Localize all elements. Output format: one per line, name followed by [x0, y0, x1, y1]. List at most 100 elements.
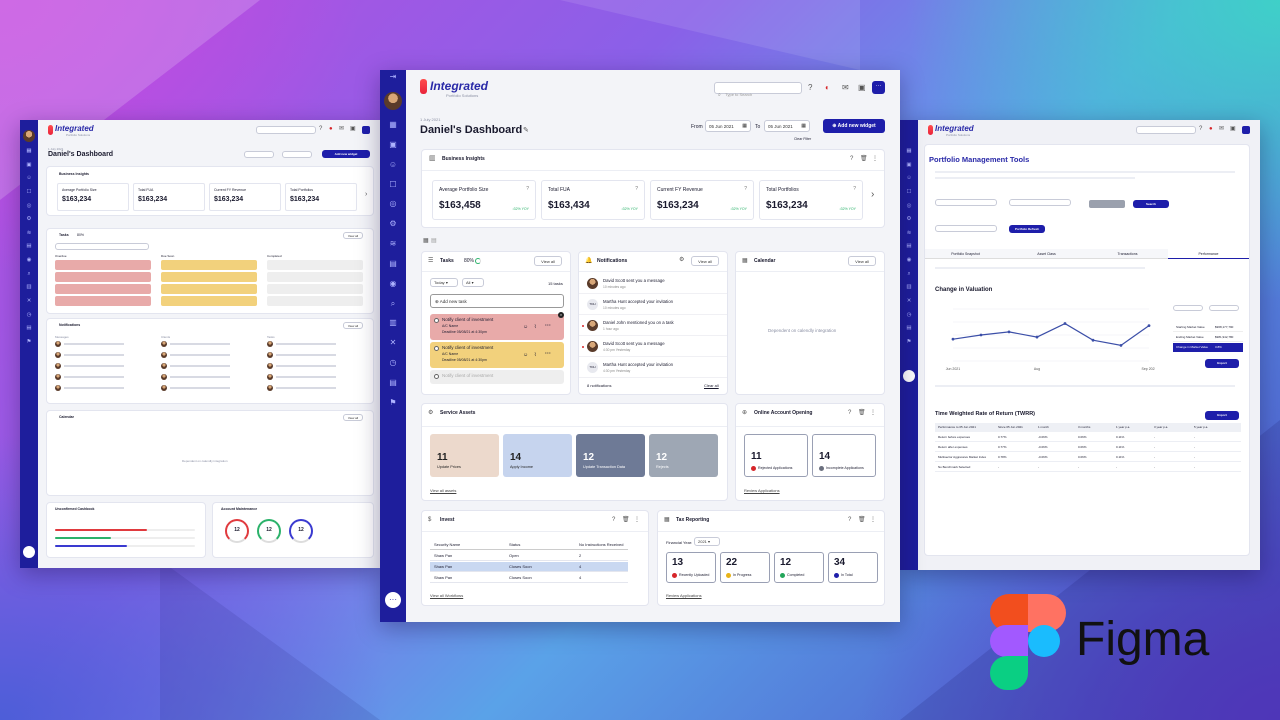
table-row[interactable]: Shaw Pan Closes Soon 4 — [430, 573, 628, 583]
nav-icon[interactable]: ◷ — [380, 358, 406, 367]
view-all-assets-link[interactable]: View all assets — [430, 488, 456, 493]
view-all-button[interactable]: View all — [848, 256, 876, 266]
nav-icon[interactable]: ◉ — [20, 257, 38, 263]
status-tile[interactable]: 14 Incomplete Applications — [812, 434, 876, 477]
info-icon[interactable]: ? — [635, 186, 638, 192]
trash-icon[interactable]: 🗑 — [858, 410, 866, 416]
nav-icon[interactable]: ☺ — [380, 160, 406, 169]
view-all-button[interactable]: View all — [343, 232, 363, 239]
task-item[interactable] — [267, 260, 363, 270]
close-icon[interactable]: × — [558, 312, 564, 318]
nav-icon[interactable]: ✕ — [380, 338, 406, 347]
nav-icon[interactable]: ▦ — [380, 120, 406, 129]
data-point[interactable] — [1147, 324, 1151, 328]
status-tile[interactable]: 12 Completed — [774, 552, 824, 583]
nav-icon[interactable]: ⌕ — [900, 271, 918, 278]
nav-icon[interactable]: ⚙ — [20, 216, 38, 222]
from-date[interactable] — [244, 151, 274, 158]
view-all-button[interactable]: View all — [691, 256, 719, 266]
nav-icon[interactable]: ≋ — [900, 230, 918, 236]
nav-icon[interactable]: ▦ — [20, 148, 38, 154]
attach-icon[interactable]: ⌇ — [534, 324, 536, 330]
drag-handle-icon[interactable]: ⋮ — [634, 517, 640, 523]
avatar[interactable] — [384, 92, 402, 110]
nav-icon[interactable]: ▤ — [900, 243, 918, 249]
review-applications-link[interactable]: Review Applications — [744, 488, 780, 493]
trash-icon[interactable]: 🗑 — [858, 517, 866, 523]
trash-icon[interactable]: 🗑 — [860, 156, 868, 162]
briefcase-icon[interactable]: ▣ — [350, 126, 356, 132]
tab-portfolio-snapshot[interactable]: Portfolio Snapshot — [925, 249, 1006, 259]
attach-icon[interactable]: ⌇ — [534, 352, 536, 358]
nav-icon[interactable]: ✕ — [900, 298, 918, 304]
nav-icon[interactable]: ▥ — [900, 284, 918, 290]
help-icon[interactable]: ? — [319, 126, 322, 132]
data-point[interactable] — [1119, 344, 1123, 347]
to-date-input[interactable]: 05 Jun 2021 ▦ — [764, 120, 810, 132]
search-button[interactable]: Search — [1133, 200, 1169, 208]
help-icon[interactable]: ? — [808, 84, 812, 92]
from-date[interactable] — [1173, 305, 1203, 311]
data-point[interactable] — [1091, 338, 1095, 342]
notification-item[interactable]: TDH Martha Hunt accepted your invitation 1… — [579, 295, 727, 315]
data-point[interactable] — [1035, 335, 1039, 339]
nav-icon[interactable]: ▣ — [900, 162, 918, 168]
task-item[interactable] — [267, 296, 363, 306]
help-icon[interactable]: ? — [1199, 126, 1202, 132]
nav-icon[interactable]: ▥ — [380, 318, 406, 327]
data-point[interactable] — [1063, 322, 1067, 325]
edit-icon[interactable]: ✎ — [523, 127, 529, 134]
nav-icon[interactable]: ☺ — [20, 175, 38, 181]
bell-icon[interactable]: ● — [329, 126, 333, 132]
more-icon[interactable]: ··· — [545, 351, 551, 357]
status-tile[interactable]: 13 Recently Uploaded — [666, 552, 716, 583]
task-item[interactable] — [161, 284, 257, 294]
task-item[interactable] — [267, 284, 363, 294]
nav-icon[interactable]: ◎ — [900, 203, 918, 209]
mail-icon[interactable]: ✉ — [339, 126, 344, 132]
add-task-input[interactable]: ⊕ Add new task — [430, 294, 564, 308]
view-all-button[interactable]: View all — [343, 322, 363, 329]
nav-icon[interactable]: ≋ — [20, 230, 38, 236]
search-input[interactable]: ⌕ Type to Search — [714, 82, 802, 98]
trash-icon[interactable]: 🗑 — [622, 517, 630, 523]
from-date-input[interactable]: 05 Jun 2021 ▦ — [705, 120, 751, 132]
view-all-button[interactable]: View all — [534, 256, 562, 266]
bell-icon[interactable]: ● — [1209, 126, 1213, 132]
assign-icon[interactable]: ☺ — [523, 324, 528, 330]
settings-icon[interactable]: ⚙ — [679, 257, 684, 263]
nav-icon[interactable]: ☐ — [20, 189, 38, 195]
drag-handle-icon[interactable]: ⋮ — [870, 517, 876, 523]
tab-performance[interactable]: Performance — [1168, 249, 1249, 259]
task-item[interactable]: Notify client of investment — [430, 370, 564, 384]
nav-icon[interactable]: ◉ — [380, 279, 406, 288]
notification-item[interactable]: Daniel John mentioned you on a task 1 hou… — [579, 316, 727, 336]
more-button[interactable]: ··· — [872, 81, 885, 94]
search-input[interactable] — [1136, 126, 1196, 134]
nav-icon[interactable]: ◷ — [20, 312, 38, 318]
view-all-workflows-link[interactable]: View all Workflows — [430, 593, 463, 598]
grid-view-icon[interactable]: ▦ — [423, 238, 429, 244]
nav-icon[interactable]: ▤ — [20, 243, 38, 249]
nav-icon[interactable]: ▣ — [380, 140, 406, 149]
add-widget-button[interactable]: Add new widget — [322, 150, 370, 158]
nav-icon[interactable]: ▤ — [380, 259, 406, 268]
asset-tile[interactable]: 12 Update Transaction Data — [576, 434, 645, 477]
mail-icon[interactable]: ✉ — [1219, 126, 1224, 132]
asset-tile[interactable]: 12 Rejects — [649, 434, 718, 477]
nav-icon[interactable]: ◎ — [20, 203, 38, 209]
to-date[interactable] — [1209, 305, 1239, 311]
chat-icon[interactable] — [23, 546, 35, 558]
more-icon[interactable]: ··· — [545, 323, 551, 329]
clear-button[interactable] — [1089, 200, 1125, 208]
more-button[interactable] — [1242, 126, 1250, 134]
type-filter-select[interactable]: All ▾ — [462, 278, 484, 287]
data-point[interactable] — [951, 337, 955, 341]
chat-icon[interactable]: ··· — [385, 592, 401, 608]
portfolio-id-input[interactable] — [935, 199, 997, 206]
clear-all-link[interactable]: Clear all — [704, 383, 719, 388]
status-tile[interactable]: 11 Rejected Applications — [744, 434, 808, 477]
task-item[interactable] — [161, 296, 257, 306]
nav-icon[interactable]: ◎ — [380, 199, 406, 208]
info-icon[interactable]: ? — [853, 186, 856, 192]
